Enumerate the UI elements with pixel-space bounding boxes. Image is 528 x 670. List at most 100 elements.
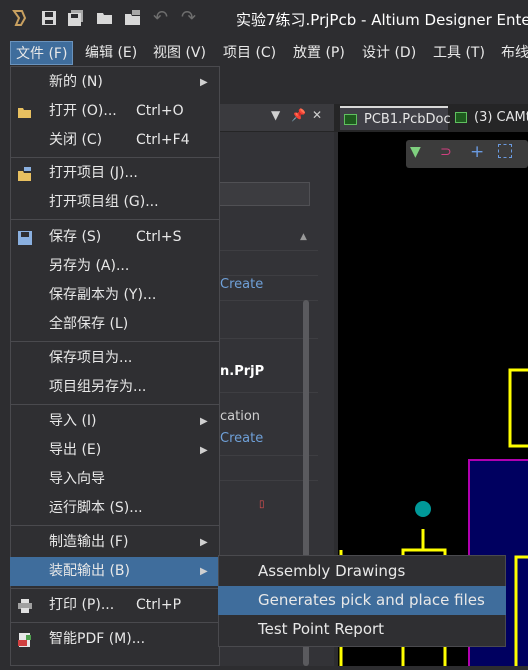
menu-item-save-copy-as[interactable]: 保存副本为 (Y)...	[10, 281, 220, 310]
menu-item-label: 关闭 (C)	[49, 132, 103, 148]
menu-place[interactable]: 放置 (P)	[288, 41, 350, 65]
menu-item-open[interactable]: 打开 (O)... Ctrl+O	[10, 97, 220, 126]
menu-route[interactable]: 布线	[496, 41, 528, 65]
menu-separator	[10, 622, 220, 623]
menu-item-save-as[interactable]: 另存为 (A)...	[10, 252, 220, 281]
menu-separator	[10, 404, 220, 405]
menu-item-import-wizard[interactable]: 导入向导	[10, 465, 220, 494]
pcb-doc-icon	[344, 114, 357, 125]
menu-item-save-project-group-as[interactable]: 项目组另存为...	[10, 373, 220, 402]
menu-separator	[10, 588, 220, 589]
save-icon	[18, 231, 32, 245]
menu-item-label: 保存 (S)	[49, 229, 102, 245]
menu-item-open-project[interactable]: 打开项目 (J)...	[10, 159, 220, 188]
menu-item-new[interactable]: 新的 (N) ▶	[10, 68, 220, 97]
menu-file[interactable]: 文件 (F)	[10, 41, 74, 65]
menu-separator	[10, 341, 220, 342]
menu-item-label: 导入向导	[49, 471, 105, 487]
filter-icon[interactable]: ▼	[410, 144, 421, 160]
menu-item-save[interactable]: 保存 (S) Ctrl+S	[10, 223, 220, 252]
open-project-icon[interactable]	[124, 9, 142, 27]
menu-item-label: 保存项目为...	[49, 350, 133, 366]
tab-pcb1[interactable]: PCB1.PcbDoc	[340, 106, 451, 130]
select-icon[interactable]	[498, 144, 512, 158]
menu-item-print[interactable]: 打印 (P)... Ctrl+P	[10, 591, 220, 620]
menu-item-label: 智能PDF (M)...	[49, 631, 146, 647]
via	[415, 501, 431, 517]
menu-item-shortcut: Ctrl+F4	[136, 132, 190, 148]
pcb-active-bar: ▼ ⊃ +	[406, 140, 528, 168]
menu-item-shortcut: Ctrl+P	[136, 597, 182, 613]
open-folder-icon[interactable]	[96, 9, 114, 27]
tab-cam[interactable]: (3) CAMt	[450, 106, 528, 130]
pin-icon[interactable]: 📌	[291, 108, 306, 122]
panel-divider	[220, 275, 318, 276]
cam-doc-icon	[455, 112, 467, 123]
menu-item-save-all[interactable]: 全部保存 (L)	[10, 310, 220, 339]
panel-project-name[interactable]: n.PrjP	[220, 364, 264, 379]
document-icon: ▯	[259, 499, 265, 510]
submenu-arrow-icon: ▶	[200, 537, 208, 548]
tab-label: PCB1.PcbDoc	[364, 112, 451, 127]
menu-item-run-script[interactable]: 运行脚本 (S)...	[10, 494, 220, 523]
panel-search-input[interactable]	[220, 182, 310, 206]
undo-icon[interactable]: ↶	[153, 7, 168, 28]
open-project-icon	[18, 167, 31, 181]
submenu-item-assembly-drawings[interactable]: Assembly Drawings	[218, 557, 506, 586]
menu-item-import[interactable]: 导入 (I) ▶	[10, 407, 220, 436]
submenu-arrow-icon: ▶	[200, 445, 208, 456]
menu-item-label: 打印 (P)...	[49, 597, 115, 613]
menu-item-shortcut: Ctrl+O	[136, 103, 184, 119]
menu-item-close[interactable]: 关闭 (C) Ctrl+F4	[10, 126, 220, 155]
menu-item-fabrication-outputs[interactable]: 制造输出 (F) ▶	[10, 528, 220, 557]
menu-item-label: 项目组另存为...	[49, 379, 147, 395]
menu-separator	[10, 525, 220, 526]
menu-item-label: 导入 (I)	[49, 413, 97, 429]
submenu-item-pick-and-place[interactable]: Generates pick and place files	[218, 586, 506, 615]
menu-item-label: 装配输出 (B)	[49, 563, 130, 579]
collapse-icon[interactable]: ▲	[300, 232, 307, 242]
menu-item-smart-pdf[interactable]: 智能PDF (M)...	[10, 625, 220, 654]
menu-tools[interactable]: 工具 (T)	[428, 41, 490, 65]
menu-item-label: 全部保存 (L)	[49, 316, 129, 332]
open-folder-icon	[18, 108, 31, 118]
menu-item-label: 新的 (N)	[49, 74, 103, 90]
redo-icon[interactable]: ↷	[181, 7, 196, 28]
submenu-arrow-icon: ▶	[200, 416, 208, 427]
printer-icon	[18, 599, 32, 613]
menu-separator	[10, 157, 220, 158]
menu-item-label: 导出 (E)	[49, 442, 102, 458]
menu-bar: 文件 (F) 编辑 (E) 视图 (V) 项目 (C) 放置 (P) 设计 (D…	[0, 38, 528, 68]
menu-item-save-project-as[interactable]: 保存项目为...	[10, 344, 220, 373]
panel-create-link[interactable]: Create	[220, 277, 263, 292]
crosshair-icon[interactable]: +	[470, 142, 484, 162]
save-all-icon[interactable]	[67, 9, 85, 27]
menu-item-label: 制造输出 (F)	[49, 534, 129, 550]
menu-view[interactable]: 视图 (V)	[148, 41, 211, 65]
menu-item-assembly-outputs[interactable]: 装配输出 (B) ▶	[10, 557, 220, 586]
menu-separator	[10, 219, 220, 220]
panel-location-text: cation	[220, 409, 261, 424]
altium-logo-icon[interactable]	[10, 9, 28, 27]
submenu-arrow-icon: ▶	[200, 566, 208, 577]
menu-item-shortcut: Ctrl+S	[136, 229, 182, 245]
route-icon[interactable]: ⊃	[440, 144, 452, 160]
menu-item-export[interactable]: 导出 (E) ▶	[10, 436, 220, 465]
menu-project[interactable]: 项目 (C)	[218, 41, 281, 65]
menu-item-label: 另存为 (A)...	[49, 258, 130, 274]
menu-item-label: 保存副本为 (Y)...	[49, 287, 157, 303]
close-icon[interactable]: ✕	[312, 108, 322, 122]
menu-item-open-project-group[interactable]: 打开项目组 (G)...	[10, 188, 220, 217]
panel-divider	[220, 250, 318, 251]
title-bar: ↶ ↷ 实验7练习.PrjPcb - Altium Designer Enter	[0, 0, 528, 38]
menu-design[interactable]: 设计 (D)	[357, 41, 421, 65]
menu-item-label: 打开 (O)...	[49, 103, 117, 119]
pad-outline	[508, 368, 528, 448]
menu-edit[interactable]: 编辑 (E)	[80, 41, 142, 65]
submenu-arrow-icon: ▶	[200, 77, 208, 88]
save-icon[interactable]	[40, 9, 58, 27]
menu-item-label: 打开项目组 (G)...	[49, 194, 159, 210]
submenu-item-test-point-report[interactable]: Test Point Report	[218, 615, 506, 644]
panel-create-link[interactable]: Create	[220, 431, 263, 446]
panel-menu-chevron-icon[interactable]: ▼	[271, 108, 280, 122]
